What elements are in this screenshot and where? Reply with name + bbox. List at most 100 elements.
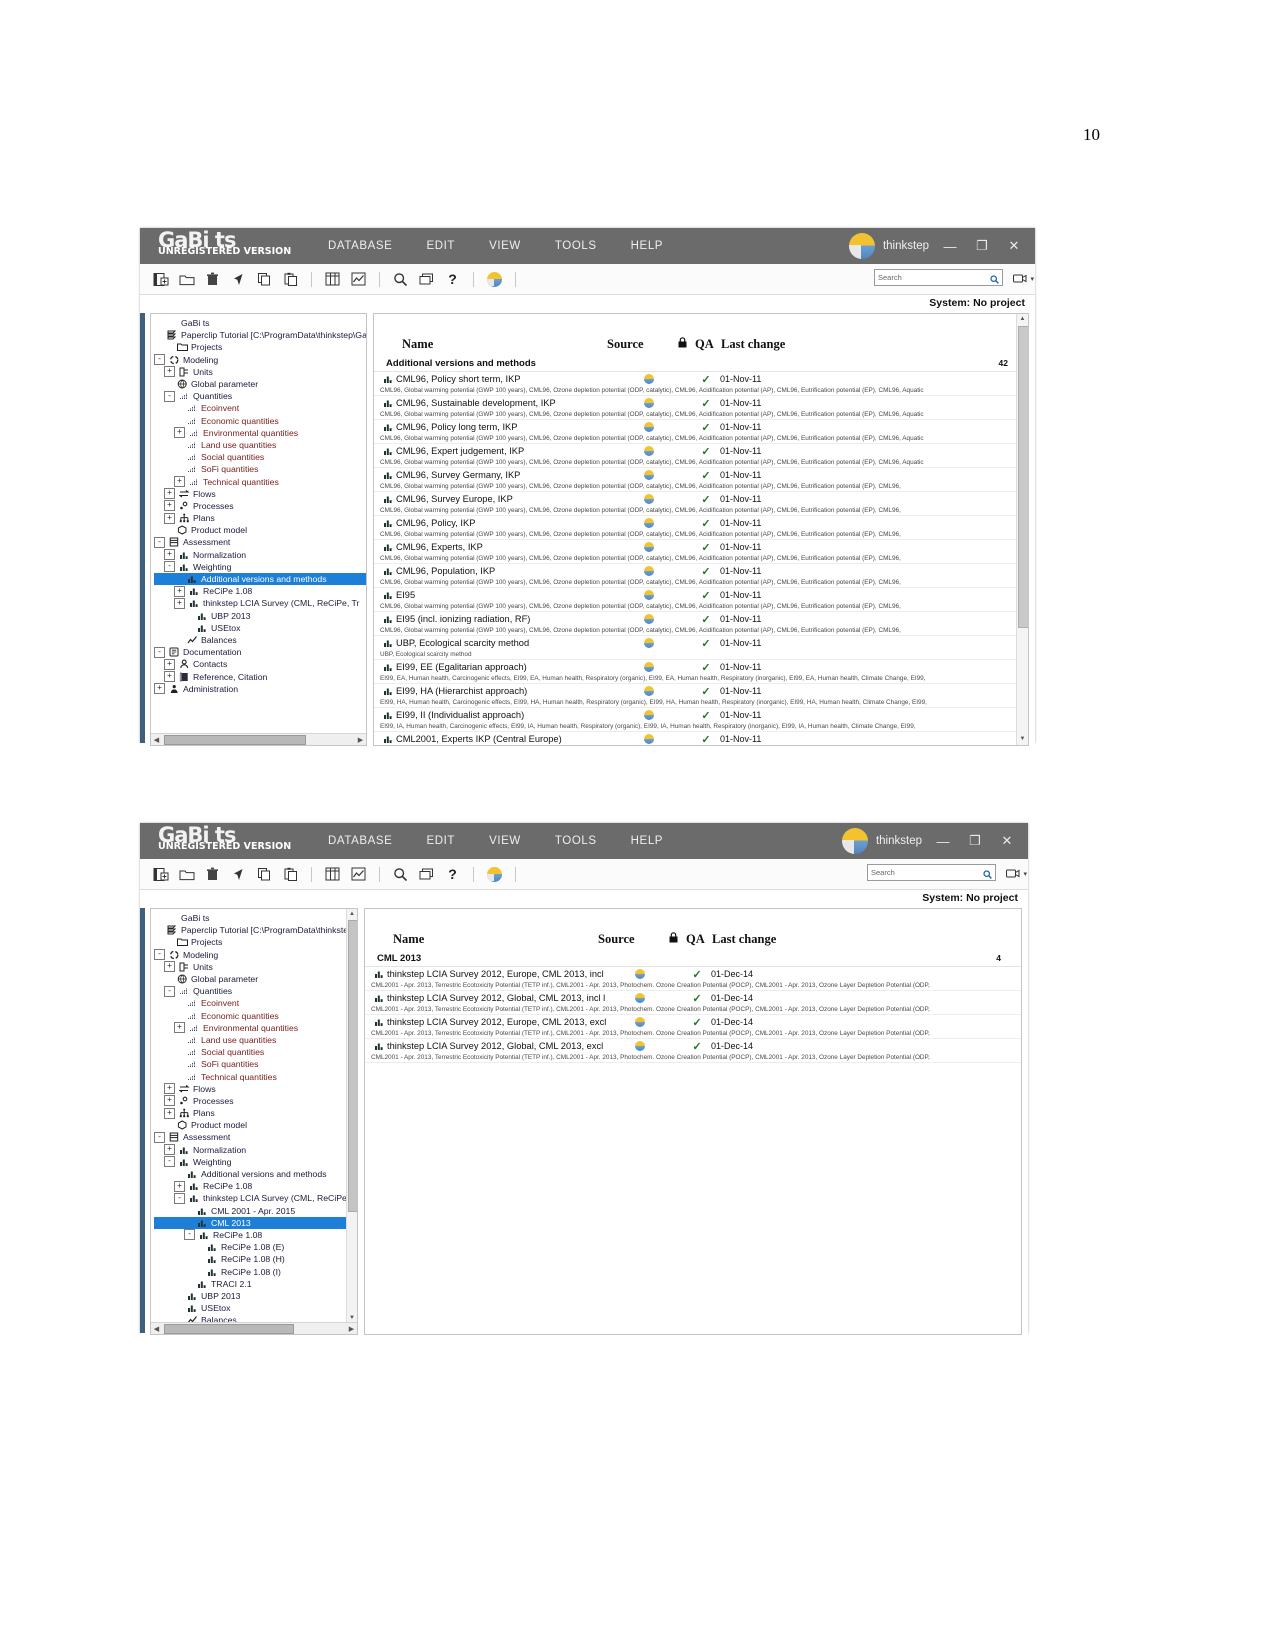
- tree-item[interactable]: USEtox: [154, 1302, 357, 1314]
- tree-item[interactable]: - Modeling: [154, 949, 357, 961]
- collapse-icon[interactable]: -: [164, 1156, 175, 1168]
- search-icon[interactable]: [392, 271, 409, 288]
- tree-item[interactable]: GaBi ts: [154, 912, 357, 924]
- list-item[interactable]: thinkstep LCIA Survey 2012, Global, CML …: [365, 1039, 1021, 1063]
- column-header-qa-2[interactable]: QA: [686, 932, 712, 947]
- close-button-2[interactable]: ✕: [996, 833, 1018, 849]
- tree-item[interactable]: + thinkstep LCIA Survey (CML, ReCiPe, Tr: [154, 597, 366, 609]
- tree-item[interactable]: + Flows: [154, 488, 366, 500]
- account-area-2[interactable]: thinkstep: [841, 828, 922, 854]
- expand-icon[interactable]: +: [164, 488, 175, 500]
- list-item[interactable]: thinkstep LCIA Survey 2012, Global, CML …: [365, 991, 1021, 1015]
- expand-icon[interactable]: +: [164, 1095, 175, 1107]
- scroll-right-arrow-2[interactable]: ▶: [346, 1325, 357, 1333]
- open-folder-icon[interactable]: [178, 271, 195, 288]
- list-item[interactable]: CML96, Policy short term, IKP ✓ 01-Nov-11 C…: [374, 372, 1028, 396]
- scroll-down-arrow[interactable]: ▼: [1017, 734, 1028, 745]
- chart-icon[interactable]: [350, 271, 367, 288]
- tree-item[interactable]: + Normalization: [154, 549, 366, 561]
- tree-item[interactable]: - Quantities: [154, 985, 357, 997]
- tree-item[interactable]: + Units: [154, 366, 366, 378]
- expand-icon[interactable]: +: [174, 476, 185, 488]
- list-item[interactable]: EI95 ✓ 01-Nov-11 CML96, Global warming pote…: [374, 588, 1028, 612]
- tree-item[interactable]: Ecoinvent: [154, 402, 366, 414]
- list-item-row[interactable]: thinkstep LCIA Survey 2012, Global, CML …: [365, 1039, 1021, 1053]
- scroll-right-arrow[interactable]: ▶: [355, 736, 366, 744]
- list-item-row[interactable]: thinkstep LCIA Survey 2012, Global, CML …: [365, 991, 1021, 1005]
- windows-icon-2[interactable]: [418, 866, 435, 883]
- list-item-row[interactable]: CML96, Policy short term, IKP ✓ 01-Nov-11: [374, 372, 1028, 386]
- list-pane-1[interactable]: Name Source QA Last change Additional ve…: [373, 313, 1029, 746]
- expand-icon[interactable]: +: [174, 597, 185, 609]
- tree-item[interactable]: Land use quantities: [154, 1034, 357, 1046]
- tree-item[interactable]: SoFi quantities: [154, 463, 366, 475]
- tree-item[interactable]: - Weighting: [154, 1156, 357, 1168]
- search-input-2[interactable]: Search: [867, 864, 996, 881]
- tree-item[interactable]: UBP 2013: [154, 1290, 357, 1302]
- tree-item[interactable]: Ecoinvent: [154, 997, 357, 1009]
- tree-item[interactable]: + Normalization: [154, 1144, 357, 1156]
- expand-icon[interactable]: +: [164, 961, 175, 973]
- list-item-row[interactable]: CML96, Expert judgement, IKP ✓ 01-Nov-11: [374, 444, 1028, 458]
- tree-item[interactable]: + Processes: [154, 500, 366, 512]
- item-list-1[interactable]: CML96, Policy short term, IKP ✓ 01-Nov-11 C…: [374, 372, 1028, 745]
- expand-icon[interactable]: +: [164, 1083, 175, 1095]
- thinkstep-logo-icon-toolbar[interactable]: [486, 271, 503, 288]
- collapse-icon[interactable]: -: [184, 1229, 195, 1241]
- tree-item[interactable]: GaBi ts: [154, 317, 366, 329]
- tree-hscrollbar-1[interactable]: ◀ ▶: [151, 733, 366, 745]
- tree-pane-1[interactable]: GaBi ts Paperclip Tutorial [C:\ProgramDat…: [150, 313, 367, 746]
- expand-icon[interactable]: +: [164, 671, 175, 683]
- list-item-row[interactable]: thinkstep LCIA Survey 2012, Europe, CML …: [365, 1015, 1021, 1029]
- tree-pane-2[interactable]: GaBi ts Paperclip Tutorial [C:\ProgramDat…: [150, 908, 358, 1335]
- list-item-row[interactable]: CML96, Policy long term, IKP ✓ 01-Nov-11: [374, 420, 1028, 434]
- tree-item[interactable]: + ReCiPe 1.08: [154, 1180, 357, 1192]
- tree-item[interactable]: Economic quantities: [154, 1010, 357, 1022]
- column-header-last-change[interactable]: Last change: [721, 337, 1028, 352]
- navigation-tree-2[interactable]: GaBi ts Paperclip Tutorial [C:\ProgramDat…: [151, 909, 357, 1326]
- list-item-row[interactable]: CML96, Survey Germany, IKP ✓ 01-Nov-11: [374, 468, 1028, 482]
- column-header-source-2[interactable]: Source: [598, 932, 660, 947]
- tree-item[interactable]: + Reference, Citation: [154, 670, 366, 683]
- tree-item[interactable]: + Environmental quantities: [154, 427, 366, 439]
- tree-item[interactable]: Global parameter: [154, 973, 357, 985]
- tree-item[interactable]: Economic quantities: [154, 415, 366, 427]
- scroll-left-arrow[interactable]: ◀: [151, 736, 162, 744]
- expand-icon[interactable]: +: [154, 683, 165, 695]
- column-header-last-change-2[interactable]: Last change: [712, 932, 1021, 947]
- trash-icon-2[interactable]: [204, 866, 221, 883]
- tree-item[interactable]: + Contacts: [154, 658, 366, 670]
- expand-icon[interactable]: +: [164, 500, 175, 512]
- tree-item[interactable]: Balances: [154, 634, 366, 646]
- tree-item[interactable]: Social quantities: [154, 451, 366, 463]
- list-item-row[interactable]: EI99, II (Individualist approach) ✓ 01-Nov…: [374, 708, 1028, 722]
- search-icon-2[interactable]: [392, 866, 409, 883]
- menu-item-database[interactable]: DATABASE: [328, 240, 392, 252]
- list-item-row[interactable]: EI95 ✓ 01-Nov-11: [374, 588, 1028, 602]
- expand-icon[interactable]: +: [174, 585, 185, 597]
- copy-icon-2[interactable]: [256, 866, 273, 883]
- tree-item[interactable]: TRACI 2.1: [154, 1278, 357, 1290]
- list-item[interactable]: CML96, Population, IKP ✓ 01-Nov-11 CML96, G…: [374, 564, 1028, 588]
- new-document-icon-2[interactable]: [152, 866, 169, 883]
- tree-scroll-up-arrow[interactable]: ▲: [347, 909, 357, 919]
- help-icon-2[interactable]: ?: [444, 866, 461, 883]
- list-item-row[interactable]: CML96, Sustainable development, IKP ✓ 01-N…: [374, 396, 1028, 410]
- list-item[interactable]: CML2001, Experts IKP (Central Europe) ✓ 01…: [374, 732, 1028, 745]
- menu-item-tools-2[interactable]: TOOLS: [555, 835, 597, 847]
- expand-icon[interactable]: +: [164, 512, 175, 524]
- menu-item-view[interactable]: VIEW: [489, 240, 521, 252]
- tree-item[interactable]: Social quantities: [154, 1046, 357, 1058]
- close-button[interactable]: ✕: [1003, 238, 1025, 254]
- expand-icon[interactable]: +: [174, 1022, 185, 1034]
- tree-item[interactable]: + Processes: [154, 1095, 357, 1107]
- menu-item-view-2[interactable]: VIEW: [489, 835, 521, 847]
- open-folder-icon-2[interactable]: [178, 866, 195, 883]
- list-item[interactable]: CML96, Policy, IKP ✓ 01-Nov-11 CML96, Globa…: [374, 516, 1028, 540]
- restore-button-2[interactable]: ❐: [964, 833, 986, 849]
- list-item[interactable]: CML96, Survey Germany, IKP ✓ 01-Nov-11 CML9…: [374, 468, 1028, 492]
- tree-item[interactable]: - ReCiPe 1.08: [154, 1229, 357, 1241]
- tree-item[interactable]: CML 2001 - Apr. 2015: [154, 1205, 357, 1217]
- tree-item[interactable]: ReCiPe 1.08 (I): [154, 1265, 357, 1277]
- tree-item[interactable]: - Assessment: [154, 1131, 357, 1143]
